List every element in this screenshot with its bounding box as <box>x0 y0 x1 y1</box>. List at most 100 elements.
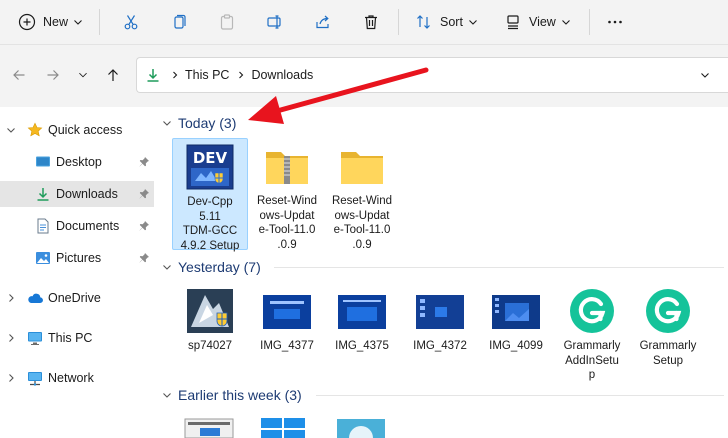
sort-button-label: Sort <box>440 15 463 29</box>
sidebar-item-label: Documents <box>56 219 120 233</box>
sort-button[interactable]: Sort <box>407 5 486 39</box>
trash-icon <box>365 15 378 30</box>
pin-icon[interactable] <box>138 188 150 200</box>
sidebar-item-label: Downloads <box>56 187 118 201</box>
computer-icon <box>28 332 42 345</box>
new-button[interactable]: New <box>10 5 91 39</box>
group-header-today[interactable]: Today (3) <box>162 115 236 131</box>
file-name: Grammarly <box>639 340 697 352</box>
group-header-yesterday[interactable]: Yesterday (7) <box>162 259 261 275</box>
group-header-earlier[interactable]: Earlier this week (3) <box>162 387 302 403</box>
file-name: .0.9 <box>277 238 297 251</box>
file-item-sp74027[interactable]: sp74027 <box>172 283 248 353</box>
sidebar-item-label: Pictures <box>56 251 102 265</box>
view-button[interactable]: View <box>496 5 579 39</box>
file-name: Dev-Cpp <box>187 196 233 208</box>
sidebar-item-quick-access[interactable]: Quick access <box>0 117 154 143</box>
scissors-icon <box>124 15 138 30</box>
chevron-down-icon[interactable] <box>700 70 710 80</box>
chevron-right-icon <box>173 71 178 79</box>
toolbar-divider <box>398 9 400 35</box>
app-thumb-icon[interactable] <box>336 418 386 438</box>
group-title: Today (3) <box>178 115 237 131</box>
file-name: 4.9.2 Setup <box>180 239 240 252</box>
file-name: IMG_4099 <box>489 340 543 352</box>
more-options-button[interactable] <box>598 5 632 39</box>
clipboard-icon <box>220 14 234 30</box>
file-list: Today (3) DEV Dev-Cpp 5.11 TDM-GCC 4.9.2… <box>156 107 728 438</box>
forward-button[interactable] <box>38 60 68 90</box>
windows-logo-icon[interactable] <box>258 418 308 438</box>
file-name: 5.11 <box>199 210 221 223</box>
delete-button[interactable] <box>354 5 388 39</box>
cut-button[interactable] <box>114 5 148 39</box>
image-thumb-icon <box>263 295 311 329</box>
breadcrumb-this-pc[interactable]: This PC <box>185 68 229 82</box>
folder-icon <box>341 152 383 184</box>
plus-circle-icon <box>18 13 36 31</box>
rename-button[interactable] <box>258 5 292 39</box>
chevron-down-icon[interactable] <box>6 125 16 135</box>
document-icon <box>37 218 49 234</box>
sidebar-item-downloads[interactable]: Downloads <box>0 181 154 207</box>
file-item-devcpp[interactable]: DEV Dev-Cpp 5.11 TDM-GCC 4.9.2 Setup <box>172 138 248 252</box>
rename-icon <box>267 15 281 29</box>
download-arrow-icon <box>37 188 49 201</box>
toolbar-divider <box>588 9 590 35</box>
chevron-right-icon[interactable] <box>6 373 16 383</box>
file-item-img-4377[interactable]: IMG_4377 <box>249 283 325 353</box>
file-item-reset-tool-folder[interactable]: Reset-Wind ows-Updat e-Tool-11.0 .0.9 <box>324 138 400 251</box>
file-item-reset-tool-zip[interactable]: Reset-Wind ows-Updat e-Tool-11.0 .0.9 <box>249 138 325 251</box>
file-name: Reset-Wind <box>331 195 393 207</box>
sidebar-item-network[interactable]: Network <box>0 365 154 391</box>
chevron-down-icon <box>79 72 87 78</box>
sidebar-item-label: OneDrive <box>48 291 101 305</box>
pin-icon[interactable] <box>138 220 150 232</box>
file-item-grammarly-setup[interactable]: Grammarly Setup <box>630 283 706 373</box>
file-item-img-4375[interactable]: IMG_4375 <box>324 283 400 353</box>
grammarly-icon <box>570 289 614 333</box>
sidebar-item-this-pc[interactable]: This PC <box>0 325 154 351</box>
pictures-icon <box>36 252 50 264</box>
recent-locations-button[interactable] <box>68 60 98 90</box>
back-button[interactable] <box>4 60 34 90</box>
sidebar-item-documents[interactable]: Documents <box>0 213 154 239</box>
sidebar-item-pictures[interactable]: Pictures <box>0 245 154 271</box>
group-divider <box>316 395 724 396</box>
file-item-grammarly-addin[interactable]: Grammarly AddInSetu p <box>554 283 630 381</box>
sidebar-item-label: This PC <box>48 331 93 345</box>
navigation-pane: Quick access Desktop Downloads Documents… <box>0 107 155 438</box>
sidebar-item-label: Quick access <box>48 123 123 137</box>
group-title: Earlier this week (3) <box>178 387 302 403</box>
cloud-icon <box>28 293 43 304</box>
copy-button[interactable] <box>162 5 196 39</box>
view-button-label: View <box>528 15 556 29</box>
chevron-down-icon <box>163 393 171 398</box>
sidebar-item-desktop[interactable]: Desktop <box>0 149 154 175</box>
share-button[interactable] <box>306 5 340 39</box>
chevron-right-icon[interactable] <box>6 293 16 303</box>
desktop-icon <box>36 156 50 167</box>
file-name: IMG_4377 <box>260 340 314 352</box>
copy-icon <box>174 14 186 29</box>
arrow-right-icon <box>47 70 59 80</box>
breadcrumb-downloads[interactable]: Downloads <box>251 68 313 82</box>
download-arrow-icon <box>147 69 159 82</box>
file-item-img-4099[interactable]: IMG_4099 <box>478 283 554 353</box>
pin-icon[interactable] <box>138 252 150 264</box>
file-item-img-4372[interactable]: IMG_4372 <box>402 283 478 353</box>
more-horizontal-icon <box>608 20 622 24</box>
sidebar-item-onedrive[interactable]: OneDrive <box>0 285 154 311</box>
up-button[interactable] <box>98 60 128 90</box>
pin-icon[interactable] <box>138 156 150 168</box>
file-name: IMG_4372 <box>413 340 467 352</box>
document-thumb-icon[interactable] <box>184 418 234 438</box>
chevron-down-icon <box>469 20 477 25</box>
chevron-down-icon <box>561 20 570 25</box>
file-name: IMG_4375 <box>335 340 389 352</box>
address-bar[interactable]: This PC Downloads <box>136 57 728 93</box>
chevron-right-icon[interactable] <box>6 333 16 343</box>
file-name: Setup <box>652 354 684 367</box>
paste-button[interactable] <box>210 5 244 39</box>
installer-icon <box>187 289 233 333</box>
